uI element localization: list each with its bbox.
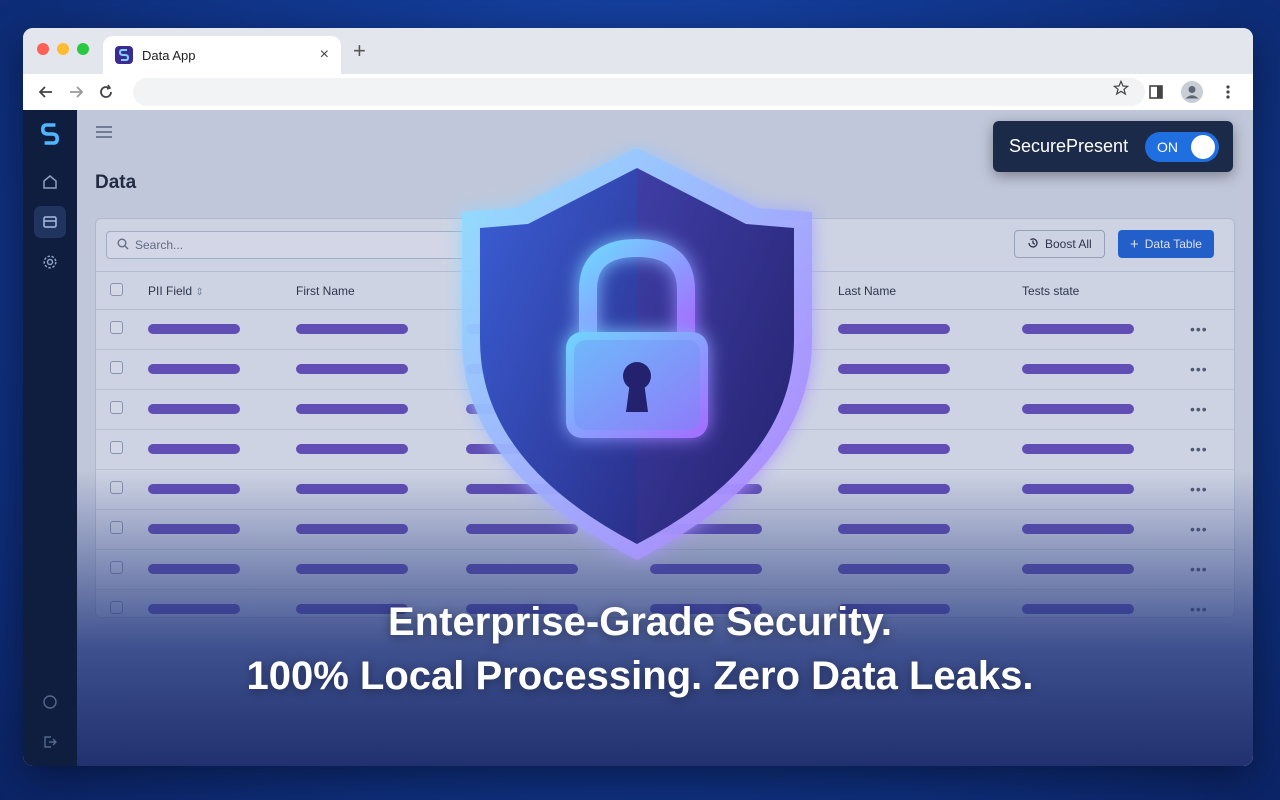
address-bar[interactable]: [133, 78, 1145, 106]
row-actions-icon[interactable]: •••: [1190, 521, 1208, 537]
profile-avatar-icon[interactable]: [1177, 77, 1207, 107]
redacted-cell-bar: [148, 403, 240, 414]
redacted-cell-bar: [296, 483, 408, 494]
boost-all-button[interactable]: Boost All: [1014, 230, 1105, 258]
select-all-checkbox[interactable]: [110, 282, 123, 296]
row-checkbox[interactable]: [110, 560, 123, 574]
window-controls: [37, 43, 89, 55]
row-checkbox[interactable]: [110, 400, 123, 414]
maximize-window-button[interactable]: [77, 43, 89, 55]
column-header-tests-state[interactable]: Tests state: [1008, 271, 1236, 310]
side-panel-icon[interactable]: [1141, 77, 1171, 107]
search-input[interactable]: Search...: [106, 231, 466, 259]
app-favicon-icon: [115, 46, 133, 64]
history-icon: [1027, 237, 1039, 252]
redacted-cell-bar: [1022, 363, 1134, 374]
redacted-cell-bar: [838, 523, 950, 534]
toolbar-actions: [1141, 77, 1243, 107]
boost-all-label: Boost All: [1045, 237, 1092, 251]
redacted-cell-bar: [838, 563, 950, 574]
bookmark-star-icon[interactable]: [1112, 79, 1130, 101]
securepresent-toggle[interactable]: ON: [1145, 131, 1219, 162]
redacted-cell-bar: [1022, 483, 1134, 494]
row-checkbox[interactable]: [110, 360, 123, 374]
row-checkbox[interactable]: [110, 520, 123, 534]
headline-line-2: 100% Local Processing. Zero Data Leaks.: [246, 654, 1034, 698]
redacted-cell-bar: [838, 483, 950, 494]
app-logo-icon: [34, 118, 66, 150]
redacted-cell-bar: [1022, 523, 1134, 534]
new-tab-button[interactable]: +: [353, 40, 366, 62]
redacted-cell-bar: [838, 323, 950, 334]
plus-icon: +: [1130, 235, 1139, 253]
forward-icon[interactable]: [61, 77, 91, 107]
redacted-cell-bar: [1022, 323, 1134, 334]
redacted-cell-bar: [296, 403, 408, 414]
redacted-cell-bar: [296, 323, 408, 334]
redacted-cell-bar: [1022, 563, 1134, 574]
row-actions-icon[interactable]: •••: [1190, 361, 1208, 377]
row-actions-icon[interactable]: •••: [1190, 441, 1208, 457]
securepresent-badge: SecurePresent ON: [993, 121, 1233, 172]
browser-toolbar: [23, 74, 1253, 110]
browser-tab[interactable]: Data App ×: [103, 36, 341, 74]
row-actions-icon[interactable]: •••: [1190, 481, 1208, 497]
sort-icon[interactable]: ⇕: [195, 287, 203, 298]
shield-lock-icon: [462, 148, 812, 560]
tab-strip: Data App × +: [23, 28, 1253, 74]
securepresent-label: SecurePresent: [1009, 136, 1129, 156]
add-data-table-button[interactable]: + Data Table: [1118, 230, 1214, 258]
minimize-window-button[interactable]: [57, 43, 69, 55]
redacted-cell-bar: [838, 403, 950, 414]
toggle-knob: [1191, 134, 1215, 159]
redacted-cell-bar: [148, 443, 240, 454]
row-checkbox[interactable]: [110, 320, 123, 334]
home-icon[interactable]: [34, 166, 66, 198]
redacted-cell-bar: [296, 363, 408, 374]
data-table-icon[interactable]: [34, 206, 66, 238]
column-header-last-name[interactable]: Last Name: [824, 271, 1008, 310]
redacted-cell-bar: [1022, 443, 1134, 454]
reload-icon[interactable]: [91, 77, 121, 107]
redacted-cell-bar: [296, 523, 408, 534]
tab-title: Data App: [142, 47, 196, 63]
close-window-button[interactable]: [37, 43, 49, 55]
headline-line-1: Enterprise-Grade Security.: [388, 600, 892, 644]
redacted-cell-bar: [838, 443, 950, 454]
column-header-pii-field[interactable]: PII Field ⇕: [138, 271, 282, 310]
redacted-cell-bar: [148, 563, 240, 574]
row-checkbox[interactable]: [110, 480, 123, 494]
row-actions-icon[interactable]: •••: [1190, 401, 1208, 417]
add-data-table-label: Data Table: [1144, 237, 1202, 251]
hamburger-menu-icon[interactable]: [95, 125, 113, 144]
search-placeholder: Search...: [135, 238, 184, 252]
redacted-cell-bar: [296, 443, 408, 454]
logout-icon[interactable]: [34, 726, 66, 758]
back-icon[interactable]: [31, 77, 61, 107]
page-title: Data: [95, 172, 137, 193]
row-actions-icon[interactable]: •••: [1190, 321, 1208, 337]
settings-gear-icon[interactable]: [34, 246, 66, 278]
browser-menu-icon[interactable]: [1213, 77, 1243, 107]
redacted-cell-bar: [148, 523, 240, 534]
tab-close-icon[interactable]: ×: [320, 46, 329, 64]
column-header-first-name[interactable]: First Name: [282, 271, 466, 310]
redacted-cell-bar: [838, 363, 950, 374]
row-checkbox[interactable]: [110, 440, 123, 454]
toggle-state-label: ON: [1157, 138, 1178, 155]
redacted-cell-bar: [148, 483, 240, 494]
search-icon: [117, 238, 129, 253]
redacted-cell-bar: [296, 563, 408, 574]
redacted-cell-bar: [148, 363, 240, 374]
redacted-cell-bar: [148, 323, 240, 334]
redacted-cell-bar: [1022, 403, 1134, 414]
row-actions-icon[interactable]: •••: [1190, 561, 1208, 577]
